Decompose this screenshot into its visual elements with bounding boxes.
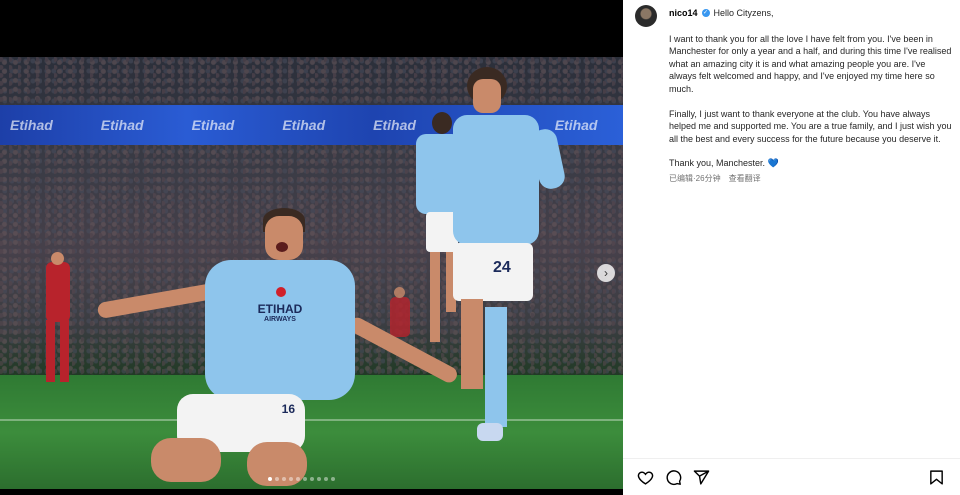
see-translation-link[interactable]: 查看翻译: [729, 173, 761, 186]
post-media[interactable]: EtihadEtihadEtihadEtihadEtihadEtihadEtih…: [0, 0, 623, 495]
caption-row: nico14 ✓ Hello Cityzens, I want to thank…: [635, 5, 955, 186]
blue-heart-icon: 💙: [767, 158, 779, 169]
next-slide-button[interactable]: ›: [597, 264, 615, 282]
carousel-dot[interactable]: [289, 477, 293, 481]
chevron-right-icon: ›: [604, 266, 608, 280]
banner-text: Etihad: [191, 117, 235, 133]
action-bar: [623, 458, 960, 495]
carousel-dot[interactable]: [296, 477, 300, 481]
share-button[interactable]: [691, 467, 711, 487]
bookmark-icon: [929, 469, 943, 485]
caption-paragraph-1: I want to thank you for all the love I h…: [669, 33, 952, 94]
opponent-player-left: [40, 252, 76, 392]
carousel-dot[interactable]: [282, 477, 286, 481]
carousel-dot[interactable]: [275, 477, 279, 481]
caption-header: nico14 ✓ Hello Cityzens,: [669, 7, 955, 20]
carousel-dot[interactable]: [317, 477, 321, 481]
post-sidebar: nico14 ✓ Hello Cityzens, I want to thank…: [623, 0, 960, 495]
instagram-post: EtihadEtihadEtihadEtihadEtihadEtihadEtih…: [0, 0, 960, 495]
signoff-text: Thank you, Manchester.: [669, 158, 766, 169]
carousel-indicator: [268, 477, 335, 481]
caption-signoff: Thank you, Manchester. 💙: [669, 157, 955, 170]
post-photo: EtihadEtihadEtihadEtihadEtihadEtihadEtih…: [0, 57, 623, 489]
avatar[interactable]: [635, 5, 657, 27]
carousel-dot[interactable]: [324, 477, 328, 481]
caption: nico14 ✓ Hello Cityzens, I want to thank…: [669, 5, 955, 186]
banner-text: Etihad: [10, 117, 53, 133]
save-button[interactable]: [926, 467, 946, 487]
banner-text: Etihad: [100, 117, 144, 133]
banner-text: Etihad: [282, 117, 326, 133]
comment-button[interactable]: [663, 467, 683, 487]
caption-greeting: Hello Cityzens,: [713, 8, 774, 18]
carousel-dot[interactable]: [310, 477, 314, 481]
comment-icon: [666, 469, 681, 485]
caption-paragraph-2: Finally, I just want to thank everyone a…: [669, 108, 952, 144]
share-icon: [693, 469, 709, 485]
shirt-number-16: 16: [281, 402, 295, 416]
like-button[interactable]: [635, 467, 655, 487]
sponsor-logo: ETIHAD AIRWAYS: [257, 302, 303, 323]
heart-icon: [637, 470, 653, 485]
shirt-number-24: 24: [493, 259, 511, 276]
carousel-dot[interactable]: [331, 477, 335, 481]
edited-label: 已编辑·26分钟: [669, 173, 721, 183]
carousel-dot[interactable]: [268, 477, 272, 481]
caption-meta: 已编辑·26分钟 查看翻译: [669, 173, 955, 186]
carousel-dot[interactable]: [303, 477, 307, 481]
username-link[interactable]: nico14: [669, 7, 698, 20]
verified-badge-icon: ✓: [701, 9, 710, 18]
celebrating-player-16: ETIHAD AIRWAYS 16: [85, 202, 465, 489]
